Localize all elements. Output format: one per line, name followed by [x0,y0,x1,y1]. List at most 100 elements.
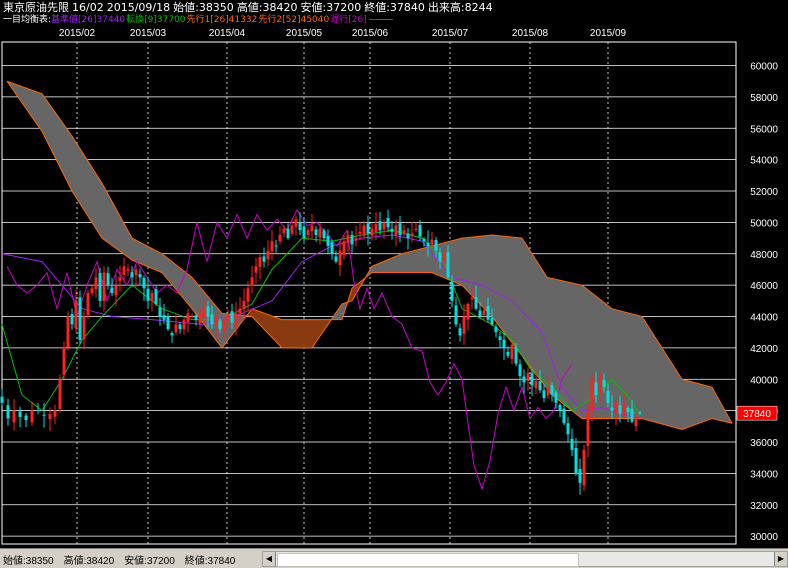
y-tick-label: 46000 [750,281,778,292]
candle-body [410,233,414,236]
candle-body [414,228,418,230]
candle-body [266,250,270,260]
cloud-segment [57,114,59,166]
cloud-segment [693,382,695,426]
cloud-segment [43,95,45,138]
cloud-segment [71,134,73,193]
cloud-segment [101,181,103,239]
cloud-segment [271,315,273,339]
horizontal-scrollbar[interactable]: ◀ ▶ [262,551,788,567]
cloud-segment [667,355,669,426]
cloud-segment [701,384,703,423]
cloud-segment [387,259,389,273]
candle-body [218,320,222,330]
cloud-segment [413,250,415,273]
y-tick-label: 36000 [750,438,778,449]
cloud-segment [417,249,419,273]
cloud-segment [121,217,123,254]
cloud-segment [553,278,555,398]
cloud-segment [565,281,567,407]
footer-close: 終値:37840 [184,556,236,567]
candle-body [638,412,642,414]
cloud-segment [139,241,141,264]
cloud-segment [709,386,711,420]
y-tick-label: 54000 [750,156,778,167]
legend-item: 基準値[26]37440 [51,15,126,25]
candle-body [614,402,618,414]
candle-body [434,240,438,251]
cloud-segment [33,90,35,122]
x-tick-label: 2015/08 [512,28,549,39]
cloud-segment [675,368,677,429]
candle-body [570,438,574,450]
candle-body [630,408,634,422]
candle-body [210,314,214,325]
cloud-segment [81,150,83,209]
cloud-segment [45,98,47,142]
candle-body [262,256,266,262]
status-bar: 始値:38350 高値:38420 安値:37200 終値:37840 ◀ ▶ [0,548,788,568]
candle-body [506,351,510,356]
y-tick-label: 58000 [750,93,778,104]
candle-body [170,333,174,336]
cloud-segment [143,243,145,266]
candle-body [510,344,514,360]
candle-body [322,230,326,239]
candle-body [334,256,338,262]
candle-body [426,242,430,246]
candle-body [298,221,302,231]
candle-body [70,313,74,325]
candle-body [142,277,146,289]
cloud-segment [653,333,655,423]
candle-body [418,225,422,237]
indicator-legend: 一目均衡表:基準値[26]37440転換[9]37700先行1[26]41332… [3,14,393,26]
scroll-right-icon[interactable]: ▶ [774,552,787,566]
candle-body [406,233,410,239]
candle-body [554,392,558,403]
scroll-left-icon[interactable]: ◀ [263,552,276,566]
cloud-segment [495,235,497,324]
candle-body [53,410,57,417]
cloud-segment [295,319,297,348]
candle-body [306,230,310,235]
candle-body [246,288,250,302]
cloud-segment [91,165,93,224]
cloud-segment [661,346,663,425]
candle-body [202,308,206,319]
volume-value: 出来高:8244 [427,1,493,14]
cloud-segment [567,281,569,409]
cloud-segment [511,236,513,344]
candlestick-chart[interactable]: 3000032000340003600038000400004200044000… [0,26,788,548]
cloud-segment [165,256,167,279]
candle-body [78,297,82,341]
cloud-segment [643,318,645,420]
cloud-segment [461,237,463,287]
scroll-thumb[interactable] [277,553,579,567]
candle-body [134,269,138,276]
cloud-segment [179,267,181,296]
candle-body [330,242,334,254]
cloud-segment [175,263,177,291]
cloud-segment [657,340,659,424]
cloud-segment [581,284,583,419]
candle-body [394,225,398,236]
y-tick-label: 52000 [750,187,778,198]
cloud-segment [421,248,423,273]
cloud-segment [89,162,91,221]
cloud-segment [483,235,485,310]
cloud-segment [465,237,467,291]
close-value: 終値:37840 [364,1,425,14]
candle-body [42,414,46,416]
candle-body [606,390,610,403]
candle-body [358,231,362,234]
cloud-segment [635,314,637,419]
cloud-segment [289,319,291,348]
candle-body [6,405,10,419]
candle-body [198,313,202,324]
candle-body [362,225,366,236]
cloud-segment [489,235,491,316]
cloud-segment [671,362,673,428]
cloud-segment [305,319,307,348]
cloud-segment [159,252,161,273]
candle-body [178,324,182,330]
